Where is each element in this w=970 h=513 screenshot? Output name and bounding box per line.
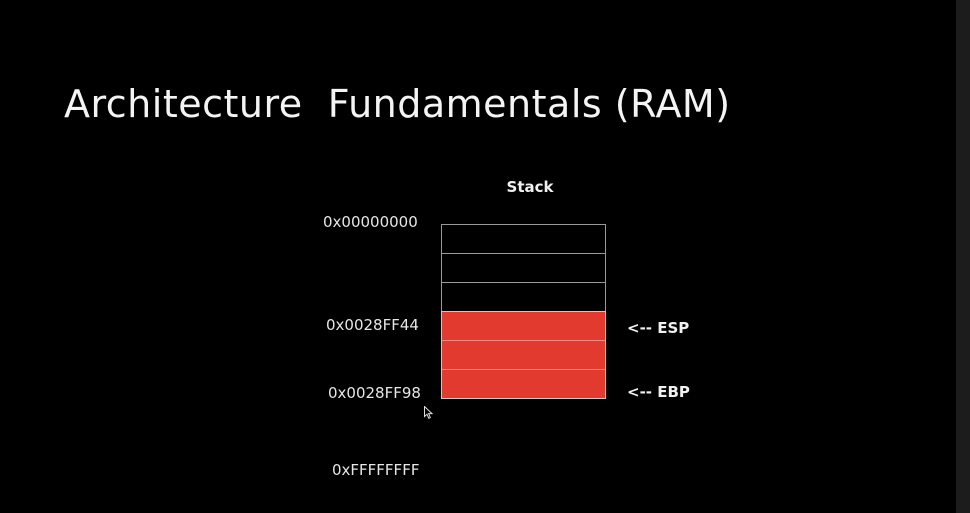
- esp-pointer-label: <-- ESP: [627, 319, 690, 337]
- address-top: 0x00000000: [323, 213, 418, 231]
- address-bottom: 0xFFFFFFFF: [332, 461, 420, 479]
- address-ebp: 0x0028FF98: [328, 384, 421, 402]
- stack-slot-empty: [441, 282, 606, 312]
- stack-diagram: [441, 224, 606, 399]
- address-esp: 0x0028FF44: [326, 316, 419, 334]
- window-edge: [956, 0, 970, 513]
- stack-slot-used: [441, 311, 606, 341]
- stack-slot-empty: [441, 224, 606, 254]
- stack-label: Stack: [506, 178, 554, 196]
- mouse-pointer-icon: [424, 406, 433, 419]
- ebp-pointer-label: <-- EBP: [627, 383, 690, 401]
- stack-slot-used: [441, 340, 606, 370]
- slide-title: Architecture Fundamentals (RAM): [64, 82, 731, 126]
- stack-slot-empty: [441, 253, 606, 283]
- stack-slot-used: [441, 369, 606, 399]
